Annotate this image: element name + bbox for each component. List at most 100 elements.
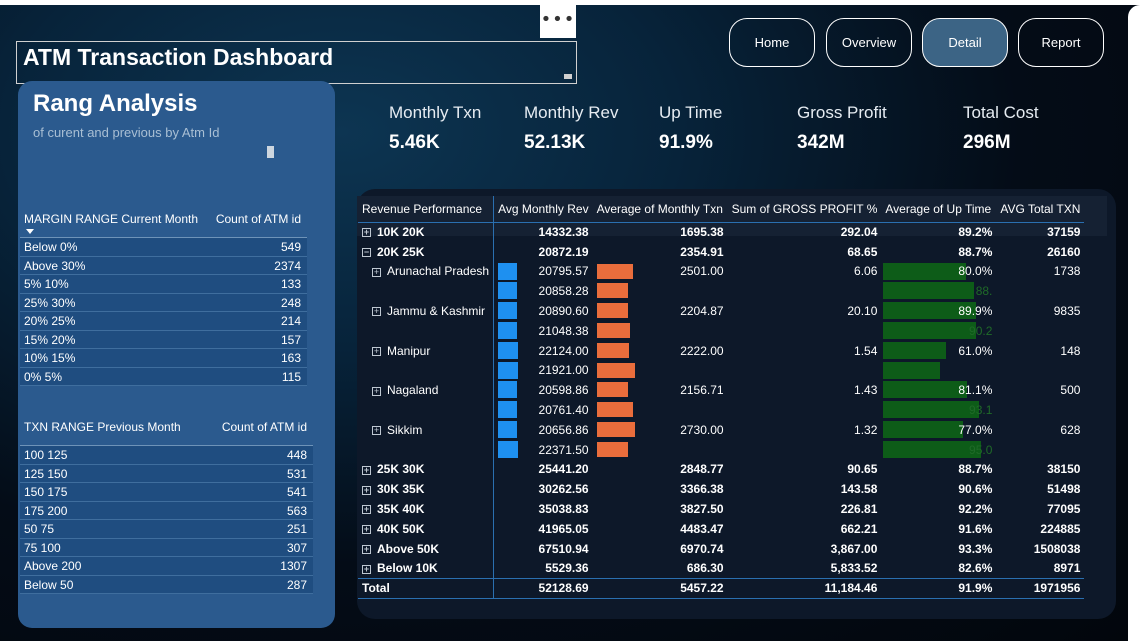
table-row[interactable]: 125 150 531 <box>20 464 313 483</box>
sort-desc-icon[interactable] <box>26 229 34 234</box>
range-label: 100 125 <box>24 448 68 462</box>
table-row[interactable]: Above 30% 2374 <box>20 256 307 275</box>
revenue-performance-matrix: Revenue Performance Avg Monthly Rev Aver… <box>358 196 1085 599</box>
avg-up-time-bar <box>883 381 967 399</box>
expand-icon[interactable]: + <box>362 544 371 554</box>
col-avg-total-txn[interactable]: AVG Total TXN <box>996 196 1085 223</box>
avg-monthly-txn-cell <box>593 440 728 460</box>
nav-home-button[interactable]: Home <box>729 18 815 67</box>
table-row[interactable]: +40K 50K 41965.05 4483.47 662.21 91.6% 224885 <box>358 518 1084 539</box>
table-row[interactable]: Below 50 287 <box>20 575 313 594</box>
table-row[interactable]: Below 0% 549 <box>20 238 307 257</box>
atm-count: 248 <box>280 295 301 310</box>
avg-monthly-rev-bar <box>498 420 517 438</box>
kpi-label: Monthly Txn <box>389 103 482 122</box>
nav-overview-button[interactable]: Overview <box>826 18 912 67</box>
table-row[interactable]: 25% 30% 248 <box>20 293 307 312</box>
table-row[interactable]: Above 200 1307 <box>20 557 313 576</box>
txn-col2-header[interactable]: Count of ATM id <box>222 420 307 445</box>
txn-col1-header[interactable]: TXN RANGE Previous Month <box>24 420 181 445</box>
avg-up-time-value: 88.7% <box>958 244 993 259</box>
table-row[interactable]: 21048.38 90.2 <box>358 320 1084 341</box>
kpi-value: 296M <box>963 132 1011 153</box>
table-row[interactable]: +35K 40K 35038.83 3827.50 226.81 92.2% 77095 <box>358 499 1084 519</box>
table-row[interactable]: + Arunachal Pradesh 20795.57 2501.00 6.06 80.… <box>358 261 1084 282</box>
col-gross-profit-pct[interactable]: Sum of GROSS PROFIT % <box>727 196 882 223</box>
table-row[interactable]: + Below 10K 5529.36 686.30 5,833.52 82.6% 8971 <box>358 558 1084 579</box>
gross-profit-pct-cell: 5,833.52 <box>728 559 882 579</box>
avg-monthly-rev-cell: 20656.86 <box>494 420 593 440</box>
table-row[interactable]: 5% 10% 133 <box>20 275 307 294</box>
col-avg-up-time[interactable]: Average of Up Time <box>881 196 997 223</box>
avg-total-txn-value: 500 <box>1060 383 1081 398</box>
gross-profit-pct-value: 6.06 <box>854 264 878 279</box>
row-label: Jammu & Kashmir <box>387 304 486 319</box>
expand-icon[interactable]: + <box>372 347 381 356</box>
avg-monthly-txn-value: 1695.38 <box>680 225 724 240</box>
avg-monthly-txn-bar <box>596 263 633 279</box>
page-title: ATM Transaction Dashboard <box>23 44 334 70</box>
table-row[interactable]: +10K 20K 14332.38 1695.38 292.04 89.2% 37159 <box>358 222 1084 242</box>
avg-total-txn-cell: 628 <box>996 420 1084 440</box>
avg-monthly-rev-value: 14332.38 <box>538 225 589 240</box>
table-row[interactable]: 0% 5% 115 <box>20 367 307 386</box>
table-row[interactable]: 100 125 448 <box>20 446 313 465</box>
col-revenue-performance[interactable]: Revenue Performance <box>358 196 495 223</box>
table-row[interactable]: 20% 25% 214 <box>20 312 307 331</box>
table-row[interactable]: + Nagaland 20598.86 2156.71 1.43 81.1% 500 <box>358 380 1084 401</box>
range-label: 20% 25% <box>24 314 76 328</box>
col-avg-monthly-txn[interactable]: Average of Monthly Txn <box>592 196 728 223</box>
margin-col2-header[interactable]: Count of ATM id <box>216 212 301 237</box>
table-row[interactable]: + Above 50K 67510.94 6970.74 3,867.00 93.3% 15… <box>358 538 1084 559</box>
table-row[interactable]: 22371.50 95.0 <box>358 439 1084 460</box>
table-row[interactable]: 20761.40 93.1 <box>358 400 1084 420</box>
table-row[interactable]: + Manipur 22124.00 2222.00 1.54 61.0% 148 <box>358 340 1084 361</box>
table-row[interactable]: 20858.28 88. <box>358 281 1084 302</box>
expand-icon[interactable]: + <box>372 426 381 436</box>
expand-icon[interactable]: + <box>372 386 381 396</box>
table-row[interactable]: + Jammu & Kashmir 20890.60 2204.87 20.10 89.9… <box>358 301 1084 321</box>
expand-icon[interactable]: + <box>362 505 371 515</box>
table-row[interactable]: + Sikkim 20656.86 2730.00 1.32 77.0% 628 <box>358 419 1084 440</box>
table-row[interactable]: 10% 15% 163 <box>20 349 307 368</box>
avg-up-time-bar <box>883 401 980 419</box>
nav-detail-button[interactable]: Detail <box>922 18 1008 67</box>
expand-icon[interactable]: + <box>372 307 381 317</box>
avg-monthly-rev-value: 20795.57 <box>538 264 589 279</box>
margin-col1-header[interactable]: MARGIN RANGE Current Month <box>24 212 198 237</box>
avg-total-txn-cell <box>996 321 1084 341</box>
avg-monthly-txn-cell: 2848.77 <box>593 460 728 480</box>
table-row[interactable]: Total 52128.69 5457.22 11,184.46 91.9% 197195… <box>358 577 1085 599</box>
nav-report-button[interactable]: Report <box>1018 18 1104 67</box>
more-options-icon[interactable]: ••• <box>540 5 576 38</box>
expand-icon[interactable]: + <box>362 228 371 238</box>
slicer-marker <box>267 146 274 158</box>
table-row[interactable]: +25K 30K 25441.20 2848.77 90.65 88.7% 38150 <box>358 459 1084 480</box>
row-label: Total <box>362 581 390 596</box>
table-row[interactable]: 21921.00 <box>358 360 1084 381</box>
expand-icon[interactable]: + <box>372 267 381 277</box>
expand-icon[interactable]: + <box>362 465 371 475</box>
expand-icon[interactable]: + <box>362 564 371 574</box>
row-label-cell: +10K 20K <box>358 222 495 242</box>
table-row[interactable]: −20K 25K 20872.19 2354.91 68.65 88.7% 26160 <box>358 241 1084 262</box>
resize-handle-icon[interactable] <box>564 74 572 79</box>
table-row[interactable]: 15% 20% 157 <box>20 330 307 349</box>
table-row[interactable]: 150 175 541 <box>20 483 313 502</box>
table-row[interactable]: +30K 35K 30262.56 3366.38 143.58 90.6% 51498 <box>358 479 1084 500</box>
dashboard-title-textbox[interactable]: ATM Transaction Dashboard <box>16 41 577 84</box>
avg-monthly-txn-cell: 4483.47 <box>593 519 728 539</box>
table-row[interactable]: 175 200 563 <box>20 501 313 520</box>
expand-icon[interactable]: + <box>362 485 371 495</box>
gross-profit-pct-cell <box>728 281 882 301</box>
avg-monthly-rev-bar <box>498 341 519 359</box>
table-row[interactable]: 50 75 251 <box>20 520 313 539</box>
table-row[interactable]: 75 100 307 <box>20 538 313 557</box>
row-label: 30K 35K <box>377 482 425 497</box>
gross-profit-pct-value: 90.65 <box>847 462 878 477</box>
expand-icon[interactable]: + <box>362 525 371 535</box>
collapse-icon[interactable]: − <box>362 248 371 258</box>
col-avg-monthly-rev[interactable]: Avg Monthly Rev <box>493 196 593 223</box>
avg-monthly-rev-value: 5529.36 <box>545 561 589 576</box>
kpi-up-time: Up Time 91.9% <box>659 103 722 154</box>
